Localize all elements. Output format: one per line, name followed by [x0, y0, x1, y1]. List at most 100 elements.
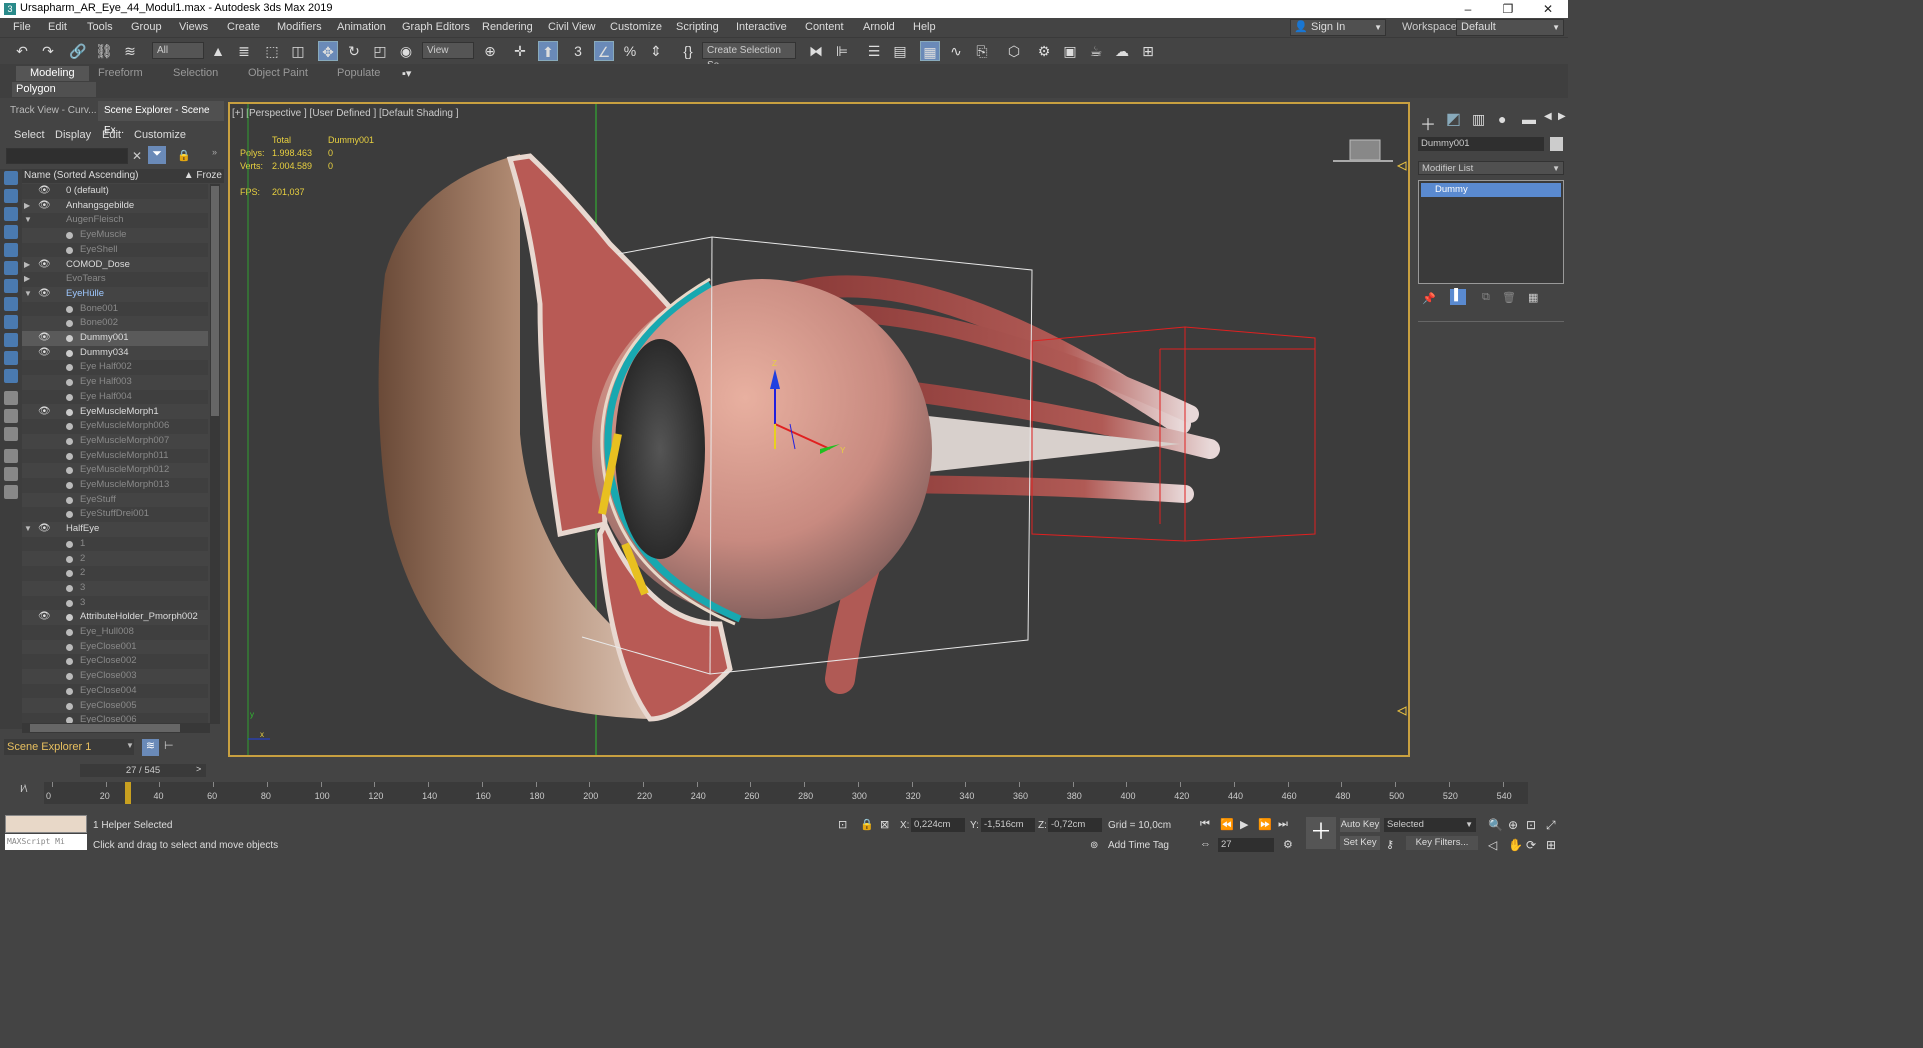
- tree-row[interactable]: ▼ 👁 HalfEye: [22, 522, 208, 537]
- field-of-view-icon[interactable]: ◁: [1488, 838, 1497, 852]
- viewcube[interactable]: [1349, 139, 1381, 161]
- stack-item-dummy[interactable]: Dummy: [1421, 183, 1561, 197]
- menu-modifiers[interactable]: Modifiers: [277, 21, 322, 33]
- visibility-eye-icon[interactable]: [38, 434, 48, 444]
- menu-edit[interactable]: Edit: [48, 21, 67, 33]
- menu-civil-view[interactable]: Civil View: [548, 21, 595, 33]
- tab-selection[interactable]: Selection: [173, 67, 218, 79]
- tree-row[interactable]: EyeStuffDrei001: [22, 507, 208, 523]
- curve-editor-mini-icon[interactable]: I∕\: [20, 784, 27, 795]
- render-setup-icon[interactable]: ⚙: [1034, 41, 1054, 61]
- remove-modifier-icon[interactable]: 🗑: [1502, 291, 1516, 304]
- visibility-eye-icon[interactable]: [38, 360, 48, 370]
- object-name-field[interactable]: Dummy001: [1418, 137, 1544, 151]
- tree-row[interactable]: Eye_Hull008: [22, 625, 208, 640]
- auto-key-button[interactable]: Auto Key: [1340, 818, 1380, 832]
- undo-icon[interactable]: ↶: [12, 41, 32, 61]
- perspective-viewport[interactable]: [+] [Perspective ] [User Defined ] [Defa…: [228, 102, 1410, 757]
- tree-row[interactable]: 3: [22, 581, 208, 596]
- edit-named-selection-icon[interactable]: {}: [678, 41, 698, 61]
- collapse-icon[interactable]: »: [212, 147, 217, 157]
- object-color-swatch[interactable]: [1550, 137, 1563, 151]
- render-production-icon[interactable]: ☕: [1086, 41, 1106, 61]
- display-helpers-icon[interactable]: [4, 243, 18, 257]
- collapse-icon[interactable]: ▼: [24, 522, 32, 537]
- scrollbar-thumb[interactable]: [211, 186, 219, 416]
- tree-row[interactable]: EyeMuscleMorph006: [22, 419, 208, 434]
- select-manipulate-icon[interactable]: ✛: [510, 41, 530, 61]
- next-frame-icon[interactable]: ⏩: [1258, 818, 1272, 831]
- visibility-eye-icon[interactable]: 👁: [38, 522, 51, 537]
- display-frozen-icon[interactable]: [4, 351, 18, 365]
- menu-interactive[interactable]: Interactive: [736, 21, 787, 33]
- time-config-icon[interactable]: ⚙: [1283, 838, 1293, 851]
- orbit-icon[interactable]: ⟳: [1526, 838, 1536, 852]
- link-icon[interactable]: 🔗: [68, 41, 88, 61]
- maxscript-listener-input[interactable]: MAXScript Mi: [5, 834, 87, 850]
- tree-row[interactable]: EyeClose001: [22, 640, 208, 655]
- display-containers-icon[interactable]: [4, 333, 18, 347]
- display-hidden-icon[interactable]: [4, 369, 18, 383]
- toggle-scene-explorer-icon[interactable]: ☰: [864, 41, 884, 61]
- visibility-eye-icon[interactable]: 👁: [38, 287, 51, 302]
- reference-coordinate-dropdown[interactable]: View: [422, 42, 474, 59]
- visibility-eye-icon[interactable]: 👁: [38, 331, 51, 346]
- tree-row[interactable]: ▼ 👁 EyeHülle: [22, 287, 208, 302]
- tree-row[interactable]: 👁 EyeMuscleMorph1: [22, 405, 208, 420]
- visibility-eye-icon[interactable]: [38, 713, 48, 723]
- menu-create[interactable]: Create: [227, 21, 260, 33]
- configure-modifier-sets-icon[interactable]: ▦: [1528, 291, 1538, 304]
- filter-options-icon[interactable]: [4, 467, 18, 481]
- percent-snap-icon[interactable]: %: [620, 41, 640, 61]
- key-mode-icon[interactable]: ⇔: [1200, 838, 1211, 850]
- display-shapes-icon[interactable]: [4, 189, 18, 203]
- clear-search-icon[interactable]: ✕: [132, 149, 142, 163]
- named-selection-set-dropdown[interactable]: Create Selection Se: [702, 42, 796, 71]
- tree-row[interactable]: EyeMuscle: [22, 228, 208, 243]
- tree-row[interactable]: 2: [22, 552, 208, 567]
- visibility-eye-icon[interactable]: [38, 640, 48, 650]
- menu-file[interactable]: File: [13, 21, 31, 33]
- tree-row[interactable]: 1: [22, 536, 208, 552]
- visibility-eye-icon[interactable]: 👁: [38, 184, 51, 199]
- tree-header[interactable]: Name (Sorted Ascending) ▲ Froze: [22, 169, 224, 183]
- visibility-eye-icon[interactable]: [38, 243, 48, 253]
- sign-in-dropdown[interactable]: Sign In 👤 ▼: [1290, 19, 1386, 36]
- column-name-header[interactable]: Name (Sorted Ascending): [24, 170, 139, 181]
- tab-scene-explorer[interactable]: Scene Explorer - Scene Ex...: [98, 101, 224, 136]
- bind-space-warp-icon[interactable]: ≋: [120, 41, 140, 61]
- show-end-result-icon[interactable]: ▌: [1450, 289, 1466, 305]
- display-geometry-icon[interactable]: [4, 171, 18, 185]
- sx-menu-customize[interactable]: Customize: [134, 129, 186, 141]
- menu-animation[interactable]: Animation: [337, 21, 386, 33]
- tab-object-paint[interactable]: Object Paint: [248, 67, 308, 79]
- select-rotate-icon[interactable]: ↻: [344, 41, 364, 61]
- z-coord-field[interactable]: -0,72cm: [1048, 818, 1102, 832]
- scene-explorer-selector[interactable]: Scene Explorer 1: [4, 739, 134, 755]
- workspace-dropdown[interactable]: Default ▼: [1456, 19, 1564, 36]
- tree-row[interactable]: Bone001: [22, 301, 208, 317]
- key-set-dropdown[interactable]: Selected ▼: [1384, 818, 1476, 832]
- menu-help[interactable]: Help: [913, 21, 936, 33]
- display-invert-icon[interactable]: [4, 427, 18, 441]
- visibility-eye-icon[interactable]: [38, 449, 48, 459]
- selection-filter-dropdown[interactable]: All: [152, 42, 204, 59]
- visibility-eye-icon[interactable]: [38, 419, 48, 429]
- spinner-snap-icon[interactable]: ⇕: [646, 41, 666, 61]
- visibility-eye-icon[interactable]: 👁: [38, 199, 51, 214]
- expand-icon[interactable]: ▶: [24, 272, 30, 287]
- sx-menu-select[interactable]: Select: [14, 129, 45, 141]
- material-editor-icon[interactable]: ⬡: [1004, 41, 1024, 61]
- menu-views[interactable]: Views: [179, 21, 208, 33]
- y-coord-field[interactable]: -1,516cm: [981, 818, 1035, 832]
- maximize-viewport-icon[interactable]: ⊞: [1546, 838, 1556, 852]
- window-crossing-icon[interactable]: ◫: [288, 41, 308, 61]
- tree-row[interactable]: Bone002: [22, 316, 208, 331]
- add-time-tag[interactable]: Add Time Tag: [1108, 840, 1169, 851]
- toggle-layer-explorer-icon[interactable]: ▤: [890, 41, 910, 61]
- select-scale-icon[interactable]: ◰: [370, 41, 390, 61]
- sort-by-layer-icon[interactable]: ≋: [142, 739, 159, 756]
- angle-snap-icon[interactable]: ∠: [594, 41, 614, 61]
- curve-editor-icon[interactable]: ∿: [946, 41, 966, 61]
- tab-freeform[interactable]: Freeform: [98, 67, 143, 79]
